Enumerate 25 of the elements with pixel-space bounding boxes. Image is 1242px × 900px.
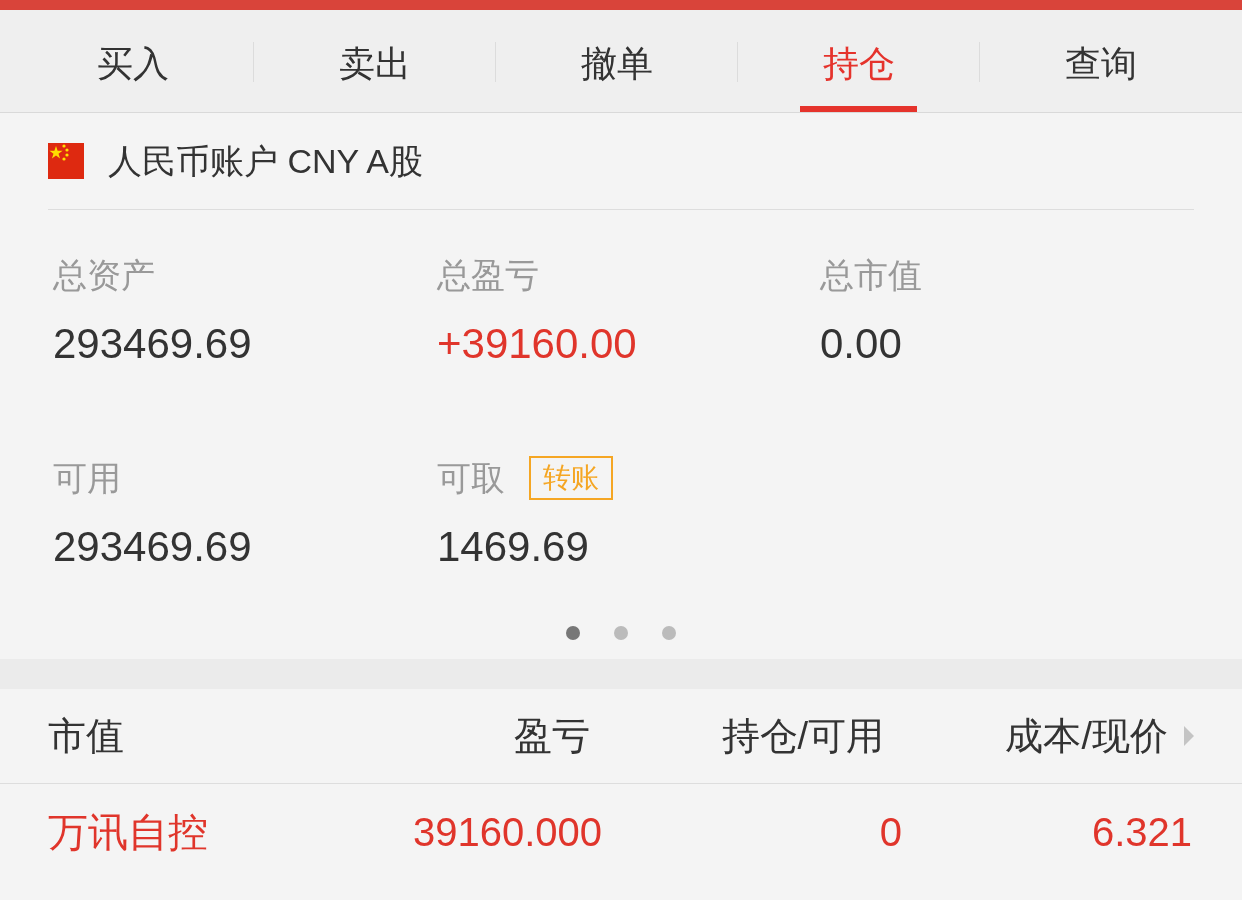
flag-icon xyxy=(48,143,84,179)
stat-label: 可用 xyxy=(53,458,121,499)
stat-value: 293469.69 xyxy=(53,320,252,368)
tab[interactable]: 撤单 xyxy=(558,10,675,112)
tab[interactable]: 买入 xyxy=(74,10,191,112)
column-header: 成本/现价 xyxy=(1005,713,1168,759)
tab[interactable]: 卖出 xyxy=(316,10,433,112)
chevron-right-icon[interactable] xyxy=(1184,726,1194,746)
account-title: 人民币账户 CNY A股 xyxy=(108,140,423,182)
stat-value: 0.00 xyxy=(820,320,902,368)
table-cell-text: 6.321 xyxy=(1091,809,1192,856)
table-cell-text: 39160.000 xyxy=(412,809,602,856)
stat-label: 总市值 xyxy=(820,255,922,296)
stat-value: +39160.00 xyxy=(437,320,637,368)
stat-value: 293469.69 xyxy=(53,523,252,571)
tab[interactable]: 查询 xyxy=(1042,10,1159,112)
stat-value: 1469.69 xyxy=(437,523,589,571)
column-header: 持仓/可用 xyxy=(721,713,885,759)
stat-label: 总资产 xyxy=(53,255,155,296)
column-header: 盈亏 xyxy=(514,713,591,759)
stat-label: 可取 xyxy=(437,458,505,499)
table-cell-text: 0 xyxy=(879,809,902,856)
table-cell-text: 万讯自控 xyxy=(48,809,208,856)
column-header: 市值 xyxy=(48,713,124,759)
stat-label: 总盈亏 xyxy=(437,255,539,296)
